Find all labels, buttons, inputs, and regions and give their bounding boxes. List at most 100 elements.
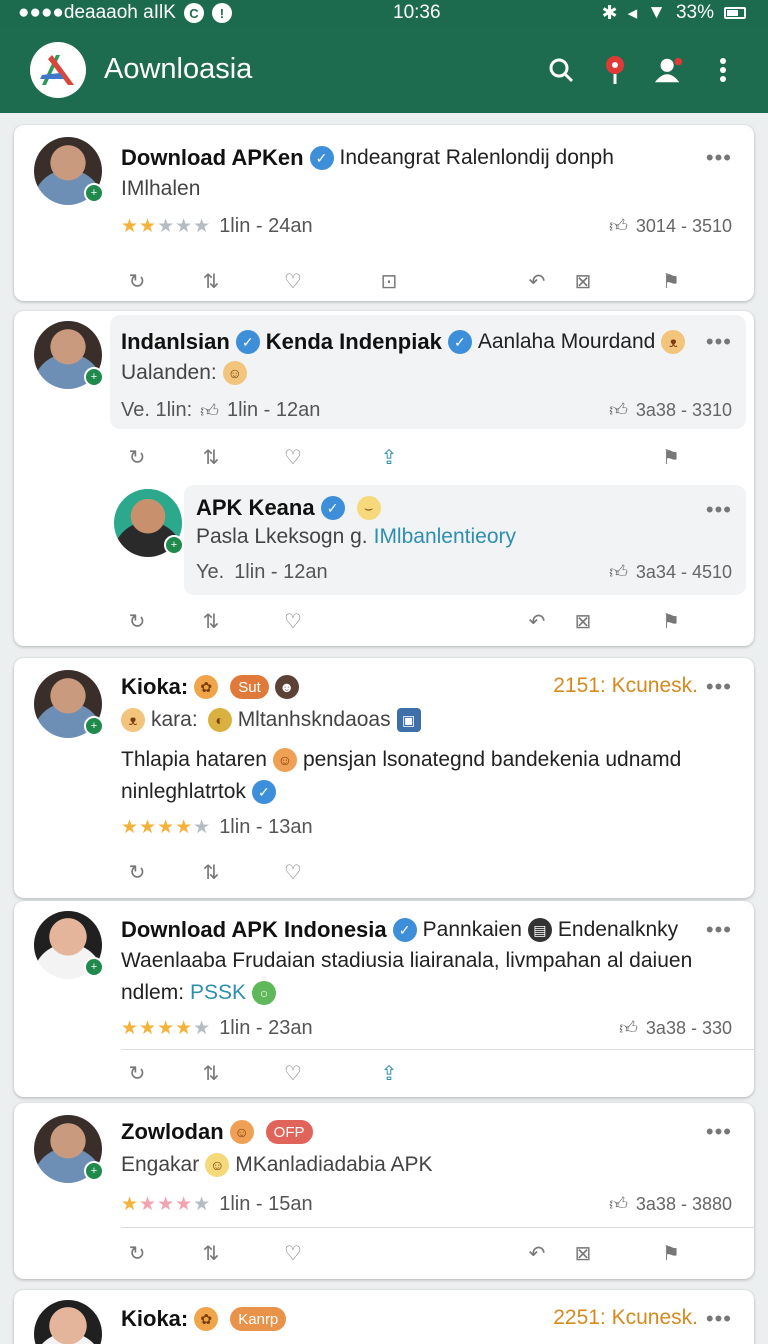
timestamp: 1lin - 12an — [226, 399, 321, 421]
flag-icon[interactable]: ⚑ — [654, 441, 688, 473]
post-card[interactable]: + Download APKen ✓ Indeangrat Ralenlondi… — [14, 125, 754, 301]
more-options-icon[interactable]: ••• — [706, 674, 732, 700]
post-card[interactable]: + Download APK Indonesia ✓ Pannkaien ▤ E… — [14, 901, 754, 1097]
repost-icon[interactable]: ↻ — [120, 856, 154, 888]
thumb-up-icon: 👍︎ — [609, 216, 628, 236]
online-badge-icon: + — [84, 1161, 104, 1181]
meta-right: 2251: Kcunesk. — [553, 1306, 698, 1329]
user-badge: Kanrp — [230, 1307, 287, 1331]
reply-icon[interactable]: ⇅ — [194, 265, 228, 297]
author-name[interactable]: Kioka: — [121, 674, 188, 700]
post-card[interactable]: + Indanlsian ✓ Kenda Indenpiak ✓ Aanlaha… — [14, 311, 754, 646]
device-emoji-icon: ▤ — [527, 918, 552, 942]
body-text-prefix: ndlem: — [121, 981, 185, 1004]
like-count[interactable]: 👍︎ 3a34 - 4510 — [609, 561, 732, 583]
status-bar: ●●●●deaaaoh aIlK C ! 10:36 ✱ ◂ ▼ 33% — [0, 0, 768, 26]
share-icon[interactable]: ⇪ — [372, 441, 406, 473]
like-count[interactable]: 👍︎ 3a38 - 3310 — [609, 399, 732, 421]
flag-icon[interactable]: ⚑ — [654, 605, 688, 637]
timestamp: 1lin - 24an — [219, 215, 313, 237]
like-count[interactable]: 👍︎ 3014 - 3510 — [609, 215, 732, 237]
reply-author-name[interactable]: APK Keana — [196, 495, 315, 521]
more-options-icon[interactable]: ••• — [706, 497, 732, 523]
share-icon[interactable]: ⇪ — [372, 1057, 406, 1089]
reply-icon[interactable]: ⇅ — [194, 1237, 228, 1269]
avatar[interactable]: + — [34, 321, 104, 389]
author-name[interactable]: Zowlodan — [121, 1119, 224, 1145]
reply-link[interactable]: IMlbanlentieory — [374, 525, 516, 549]
user-alert-icon[interactable] — [654, 55, 684, 85]
cat-emoji-icon: ᴥ — [121, 708, 145, 732]
repost-icon[interactable]: ↻ — [120, 1057, 154, 1089]
timestamp: 1lin - 23an — [219, 1017, 313, 1039]
share-arrow-icon[interactable]: ↶ — [520, 265, 554, 297]
like-count[interactable]: 👍︎ 3a38 - 330 — [619, 1017, 732, 1039]
app-bar: Aownloasia — [0, 26, 768, 113]
post-card[interactable]: + Zowlodan ☺ OFP ••• Engakar ☺ MKanladia… — [14, 1103, 754, 1279]
subtitle-prefix: Engakar — [121, 1153, 200, 1176]
more-options-icon[interactable]: ••• — [706, 1306, 732, 1332]
body-link[interactable]: PSSK — [190, 981, 246, 1005]
post-card[interactable]: + Kioka: ✿ Sut ☻ 2151: Kcunesk. ••• ᴥ ka… — [14, 658, 754, 898]
post-card[interactable]: Kioka: ✿ Kanrp 2251: Kcunesk. ••• — [14, 1290, 754, 1344]
timestamp: 1lin - 13an — [219, 816, 313, 838]
meta-right: 2151: Kcunesk. — [553, 674, 698, 697]
overflow-icon[interactable] — [708, 55, 738, 85]
user-badge: Sut — [230, 675, 269, 699]
avatar[interactable]: + — [34, 1115, 104, 1183]
more-options-icon[interactable]: ••• — [706, 917, 732, 943]
heart-icon[interactable]: ♡ — [276, 605, 310, 637]
share-arrow-icon[interactable]: ↶ — [520, 1237, 554, 1269]
reply-icon[interactable]: ⇅ — [194, 441, 228, 473]
online-badge-icon: + — [84, 957, 104, 977]
save-box-icon[interactable]: ⊠ — [566, 605, 600, 637]
verified-icon: ✓ — [320, 496, 345, 520]
reply-icon[interactable]: ⇅ — [194, 856, 228, 888]
reply-icon[interactable]: ⇅ — [194, 1057, 228, 1089]
author-name[interactable]: Download APK Indonesia — [121, 917, 387, 943]
more-options-icon[interactable]: ••• — [706, 1119, 732, 1145]
share-arrow-icon[interactable]: ↶ — [520, 605, 554, 637]
reply-text: Pasla Lkeksogn g. — [196, 525, 368, 548]
like-count[interactable]: 👍︎ 3a38 - 3880 — [609, 1193, 732, 1215]
avatar[interactable]: + — [114, 489, 184, 557]
heart-icon[interactable]: ♡ — [276, 1237, 310, 1269]
author-name-secondary[interactable]: Kenda Indenpiak — [266, 329, 442, 355]
repost-icon[interactable]: ↻ — [120, 441, 154, 473]
subtitle: IMlhalen — [121, 177, 201, 200]
avatar[interactable]: + — [34, 911, 104, 979]
flag-icon[interactable]: ⚑ — [654, 1237, 688, 1269]
heart-icon[interactable]: ♡ — [276, 441, 310, 473]
save-box-icon[interactable]: ⊠ — [566, 1237, 600, 1269]
like-count-text: 3a34 - 4510 — [635, 561, 732, 582]
repost-icon[interactable]: ↻ — [120, 605, 154, 637]
more-options-icon[interactable]: ••• — [706, 145, 732, 171]
author-name[interactable]: Kioka: — [121, 1306, 188, 1332]
coin-emoji-icon: ◐ — [207, 708, 232, 732]
author-name[interactable]: Download APKen — [121, 145, 304, 171]
subtitle: MKanladiadabia APK — [235, 1153, 433, 1176]
more-options-icon[interactable]: ••• — [706, 329, 732, 355]
reply-icon[interactable]: ⇅ — [194, 605, 228, 637]
avatar[interactable]: + — [34, 670, 104, 738]
like-count-text: 3a38 - 3880 — [635, 1193, 732, 1214]
bookmark-box-icon[interactable]: ⊡ — [372, 265, 406, 297]
heart-icon[interactable]: ♡ — [276, 1057, 310, 1089]
avatar[interactable] — [34, 1300, 102, 1344]
body-text: Thlapia hataren — [121, 748, 267, 771]
repost-icon[interactable]: ↻ — [120, 265, 154, 297]
heart-icon[interactable]: ♡ — [276, 265, 310, 297]
save-box-icon[interactable]: ⊠ — [566, 265, 600, 297]
subtitle: Ualanden: — [121, 361, 217, 384]
battery-percent: 33% — [675, 2, 714, 23]
author-name[interactable]: Indanlsian — [121, 329, 230, 355]
timestamp: 1lin - 15an — [219, 1193, 313, 1215]
avatar[interactable]: + — [34, 137, 104, 205]
heart-icon[interactable]: ♡ — [276, 856, 310, 888]
smile-emoji-icon: ☺ — [205, 1153, 230, 1177]
search-icon[interactable] — [546, 55, 576, 85]
online-badge-icon: + — [84, 716, 104, 736]
repost-icon[interactable]: ↻ — [120, 1237, 154, 1269]
flag-icon[interactable]: ⚑ — [654, 265, 688, 297]
pin-icon[interactable] — [600, 55, 630, 85]
